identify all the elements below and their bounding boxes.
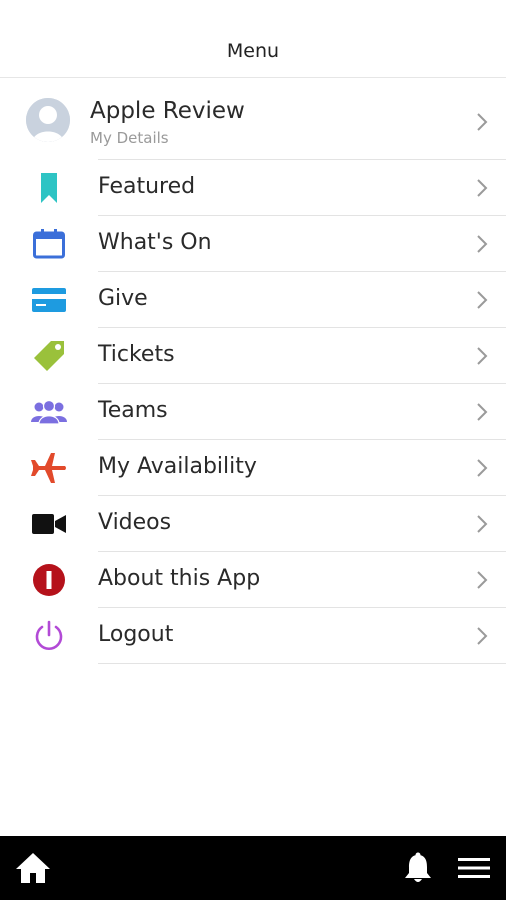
menu-item-featured[interactable]: Featured (0, 160, 506, 216)
menu-item-whats-on[interactable]: What's On (0, 216, 506, 272)
chevron-right-icon (477, 347, 488, 365)
header-bar: Menu (0, 0, 506, 78)
menu-item-give[interactable]: Give (0, 272, 506, 328)
chevron-right-icon (477, 571, 488, 589)
profile-subtitle: My Details (90, 129, 169, 147)
bookmark-icon (26, 172, 72, 204)
menu-item-label: Give (98, 286, 148, 311)
menu-item-label: What's On (98, 230, 212, 255)
airplane-icon (26, 452, 72, 484)
divider (98, 663, 506, 664)
avatar (26, 98, 70, 142)
bottom-tab-bar (0, 836, 506, 900)
profile-row[interactable]: Apple Review My Details (0, 82, 506, 160)
home-icon[interactable] (15, 850, 51, 886)
page-title: Menu (226, 40, 280, 62)
calendar-icon (26, 228, 72, 260)
chevron-right-icon (477, 291, 488, 309)
hamburger-menu-icon[interactable] (456, 850, 492, 886)
video-camera-icon (26, 508, 72, 540)
power-icon (26, 620, 72, 652)
menu-item-label: Tickets (98, 342, 175, 367)
menu-item-label: Videos (98, 510, 172, 535)
menu-item-my-availability[interactable]: My Availability (0, 440, 506, 496)
chevron-right-icon (477, 113, 488, 131)
menu-item-teams[interactable]: Teams (0, 384, 506, 440)
chevron-right-icon (477, 459, 488, 477)
chevron-right-icon (477, 403, 488, 421)
group-icon (26, 396, 72, 428)
profile-name: Apple Review (90, 98, 245, 124)
chevron-right-icon (477, 627, 488, 645)
menu-item-about-this-app[interactable]: About this App (0, 552, 506, 608)
menu-item-label: Logout (98, 622, 174, 647)
bell-icon[interactable] (400, 850, 436, 886)
chevron-right-icon (477, 515, 488, 533)
tag-icon (26, 340, 72, 372)
menu-item-label: Featured (98, 174, 196, 199)
menu-item-label: About this App (98, 566, 261, 591)
chevron-right-icon (477, 179, 488, 197)
menu-item-tickets[interactable]: Tickets (0, 328, 506, 384)
menu-item-label: My Availability (98, 454, 257, 479)
menu-item-label: Teams (98, 398, 168, 423)
credit-card-icon (26, 284, 72, 316)
menu-item-logout[interactable]: Logout (0, 608, 506, 664)
chevron-right-icon (477, 235, 488, 253)
menu-item-videos[interactable]: Videos (0, 496, 506, 552)
info-icon (26, 564, 72, 596)
